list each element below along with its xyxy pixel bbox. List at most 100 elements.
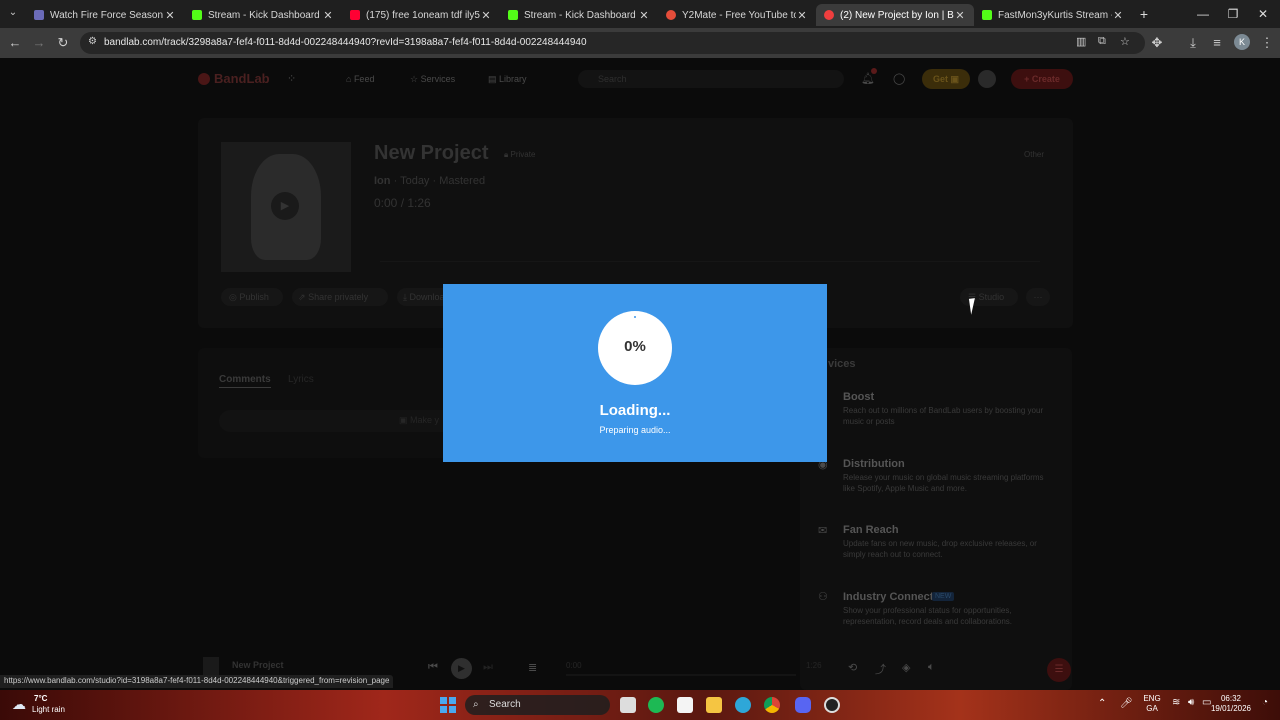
rain-cloud-icon: ☁ <box>12 696 26 712</box>
progress-percent-label: 0% <box>624 338 646 355</box>
bookmark-star-icon[interactable]: ☆ <box>1120 35 1130 48</box>
profile-avatar[interactable]: K <box>1234 34 1250 50</box>
browser-tab-active[interactable]: (2) New Project by Ion | BandLa ✕ <box>816 4 974 26</box>
volume-icon[interactable]: 🔈︎ <box>928 661 935 674</box>
browser-tab[interactable]: (175) free 1oneam tdf ily5 wint ✕ <box>342 4 500 26</box>
create-button[interactable]: + Create <box>1011 69 1073 89</box>
speaker-icon[interactable]: 🔊︎ <box>1188 698 1194 708</box>
browser-tab[interactable]: Stream - Kick Dashboard ✕ <box>184 4 342 26</box>
kick-favicon-icon <box>192 10 202 20</box>
browser-tab[interactable]: FastMon3yKurtis Stream - Watc ✕ <box>974 4 1132 26</box>
tab-comments[interactable]: Comments <box>219 374 271 388</box>
service-distribution-title[interactable]: Distribution <box>843 458 905 470</box>
minimize-button[interactable]: — <box>1188 4 1218 24</box>
tab-lyrics[interactable]: Lyrics <box>288 374 314 385</box>
waveform[interactable] <box>380 238 1040 262</box>
back-button[interactable]: ← <box>6 34 24 52</box>
play-overlay-icon[interactable]: ▶ <box>271 192 299 220</box>
play-button[interactable]: ▶ <box>451 658 472 679</box>
reading-mode-icon[interactable]: ▥ <box>1076 35 1086 48</box>
tab-close-icon[interactable]: ✕ <box>480 9 492 22</box>
progress-indicator-dot <box>634 316 636 318</box>
industry-connect-icon: ⚇ <box>818 591 828 603</box>
nav-feed[interactable]: ⌂ Feed <box>346 74 374 84</box>
y2mate-favicon-icon <box>666 10 676 20</box>
chrome-icon[interactable] <box>764 697 780 713</box>
tag-icon[interactable]: ◈ <box>902 661 910 674</box>
next-button[interactable]: ⏭︎ <box>483 661 493 674</box>
more-options-button[interactable]: ··· <box>1026 288 1050 306</box>
tab-close-icon[interactable]: ✕ <box>1112 9 1124 22</box>
track-artwork[interactable]: ▶ <box>221 142 351 272</box>
status-bar-url: https://www.bandlab.com/studio?id=3198a8… <box>0 675 394 688</box>
service-boost-title[interactable]: Boost <box>843 391 874 403</box>
home-icon: ⌂ <box>346 74 354 84</box>
maximize-button[interactable]: ❐ <box>1218 4 1248 24</box>
browser-tab[interactable]: Stream - Kick Dashboard ✕ <box>500 4 658 26</box>
bandlab-logo[interactable]: BandLab <box>198 71 270 86</box>
service-fan-reach-title[interactable]: Fan Reach <box>843 524 899 536</box>
file-explorer-icon[interactable] <box>706 697 722 713</box>
tab-close-icon[interactable]: ✕ <box>954 9 966 22</box>
spotify-icon[interactable] <box>648 697 664 713</box>
share-privately-button[interactable]: ⇗ Share privately <box>292 288 388 306</box>
apps-grid-icon[interactable]: ⁘ <box>287 72 296 85</box>
clock[interactable]: 06:32 19/01/2026 <box>1206 694 1256 714</box>
microphone-icon[interactable]: 🎤︎ <box>1120 699 1133 709</box>
tab-close-icon[interactable]: ✕ <box>164 9 176 22</box>
messages-icon[interactable]: ◯ <box>893 72 905 85</box>
player-menu-button[interactable]: ☰ <box>1047 658 1071 682</box>
site-info-icon[interactable]: ⚙ <box>88 36 97 47</box>
service-boost-desc: Reach out to millions of BandLab users b… <box>843 406 1044 426</box>
download-button[interactable]: ⤓ Download <box>397 288 443 306</box>
reload-button[interactable]: ↻ <box>54 34 72 52</box>
tab-close-icon[interactable]: ✕ <box>322 9 334 22</box>
obs-icon[interactable] <box>824 697 840 713</box>
player-time-right: 1:26 <box>806 661 822 670</box>
wifi-icon[interactable]: ≋ <box>1172 698 1180 708</box>
windows-start-icon[interactable] <box>440 697 456 713</box>
share-icon[interactable]: ⤴ <box>875 661 886 677</box>
downloads-icon[interactable]: ⤓ <box>1184 34 1202 52</box>
edge-icon[interactable] <box>735 697 751 713</box>
service-industry-connect-title[interactable]: Industry Connect <box>843 591 933 603</box>
url-text: bandlab.com/track/3298a8a7-fef4-f011-8d4… <box>104 37 587 48</box>
user-avatar[interactable] <box>978 70 996 88</box>
artist-link[interactable]: Ion <box>374 175 391 187</box>
get-button[interactable]: Get ▣ <box>922 69 970 89</box>
media-control-icon[interactable]: ≡ <box>1208 34 1226 52</box>
nav-services[interactable]: ☆ Services <box>410 74 455 85</box>
publish-button[interactable]: ◎ Publish <box>221 288 283 306</box>
lock-icon: 🔒︎ <box>504 150 509 159</box>
weather-widget[interactable]: ☁ 7°C Light rain <box>10 694 90 716</box>
discord-icon[interactable] <box>795 697 811 713</box>
chrome-menu-icon[interactable]: ⋮ <box>1258 34 1276 52</box>
queue-icon[interactable]: ≣ <box>528 661 537 674</box>
close-window-button[interactable]: ✕ <box>1248 4 1278 24</box>
browser-tab[interactable]: Watch Fire Force Season 3 Engli ✕ <box>26 4 184 26</box>
loading-modal: 0% Loading... Preparing audio... <box>443 284 827 462</box>
tab-search-button[interactable]: ⌄ <box>6 7 20 21</box>
address-bar[interactable]: ⚙ bandlab.com/track/3298a8a7-fef4-f011-8… <box>80 32 1145 54</box>
nav-library[interactable]: ▤ Library <box>488 74 527 85</box>
forward-button[interactable]: → <box>30 34 48 52</box>
notifications-icon[interactable]: ◔ <box>1262 698 1268 708</box>
star-icon: ☆ <box>410 74 421 84</box>
repeat-icon[interactable]: ⟲ <box>848 661 857 674</box>
player-progress-track[interactable] <box>566 674 796 676</box>
track-meta: Ion · Today · Mastered <box>374 175 486 187</box>
tab-favicon-icon <box>34 10 44 20</box>
task-view-icon[interactable] <box>620 697 636 713</box>
install-app-icon[interactable]: ⧉ <box>1098 35 1106 48</box>
tab-close-icon[interactable]: ✕ <box>638 9 650 22</box>
taskbar-search-input[interactable]: ⌕ Search <box>465 695 610 715</box>
language-indicator[interactable]: ENG GA <box>1140 694 1164 714</box>
previous-button[interactable]: ⏮︎ <box>428 661 438 674</box>
browser-tab[interactable]: Y2Mate - Free YouTube to MP3 ✕ <box>658 4 816 26</box>
new-tab-button[interactable]: + <box>1136 6 1152 22</box>
extensions-icon[interactable]: ✥ <box>1148 34 1166 52</box>
site-search-input[interactable]: Search <box>578 70 844 88</box>
show-hidden-icons[interactable]: ⌃ <box>1098 699 1106 709</box>
microsoft-store-icon[interactable] <box>677 697 693 713</box>
tab-close-icon[interactable]: ✕ <box>796 9 808 22</box>
